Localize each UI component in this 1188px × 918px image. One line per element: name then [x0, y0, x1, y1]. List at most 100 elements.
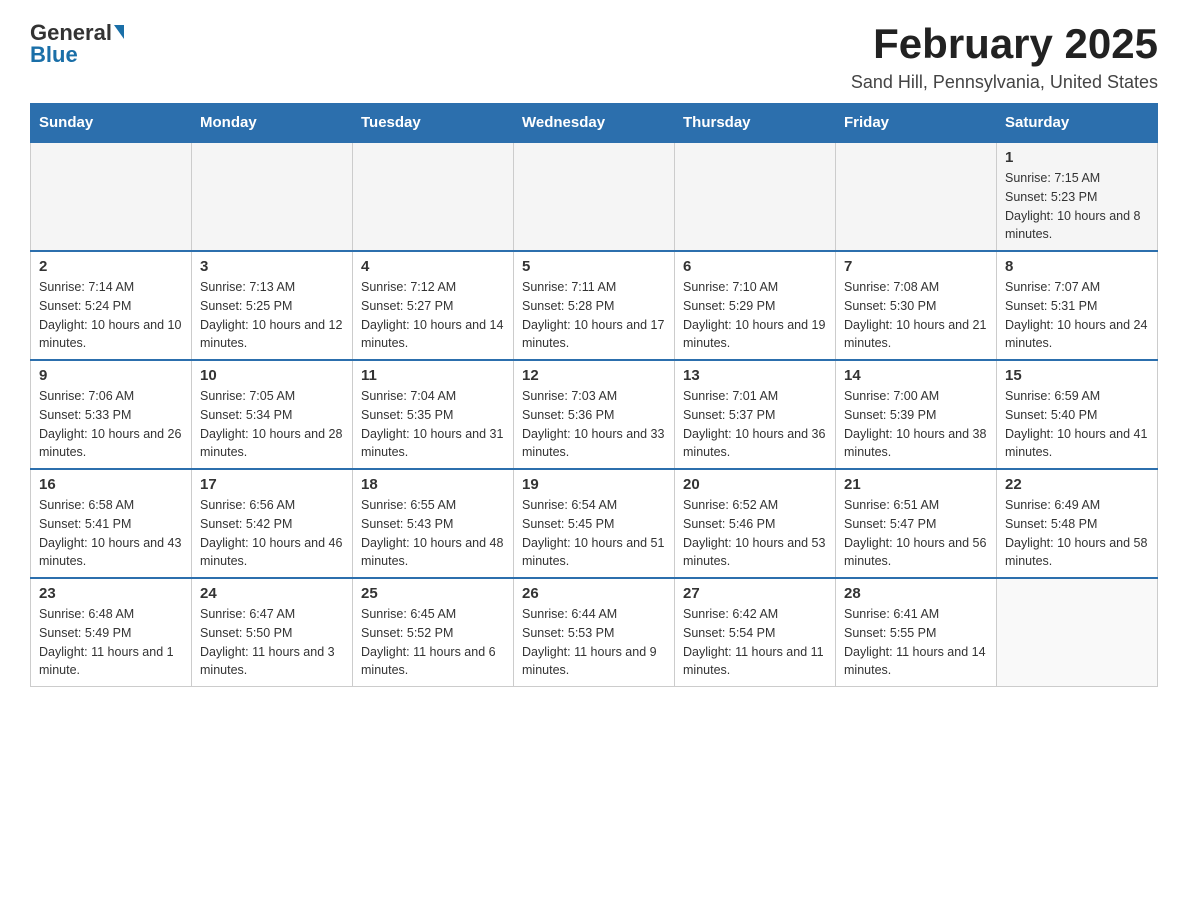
- calendar-day-cell: [31, 142, 192, 251]
- calendar-day-cell: 14Sunrise: 7:00 AM Sunset: 5:39 PM Dayli…: [836, 360, 997, 469]
- day-number: 22: [1005, 476, 1149, 493]
- day-number: 3: [200, 258, 344, 275]
- day-number: 10: [200, 367, 344, 384]
- day-number: 27: [683, 585, 827, 602]
- day-number: 5: [522, 258, 666, 275]
- calendar-day-cell: [353, 142, 514, 251]
- logo-arrow-icon: [114, 25, 124, 39]
- day-info: Sunrise: 6:49 AM Sunset: 5:48 PM Dayligh…: [1005, 496, 1149, 571]
- calendar-day-cell: 7 Sunrise: 7:08 AM Sunset: 5:30 PM Daylig…: [836, 251, 997, 360]
- day-number: 18: [361, 476, 505, 493]
- calendar-day-header: Wednesday: [514, 104, 675, 143]
- calendar-day-cell: 10 Sunrise: 7:05 AM Sunset: 5:34 PM Dayli…: [192, 360, 353, 469]
- day-number: 17: [200, 476, 344, 493]
- calendar-day-cell: 9 Sunrise: 7:06 AM Sunset: 5:33 PM Daylig…: [31, 360, 192, 469]
- day-info: Sunrise: 6:47 AM Sunset: 5:50 PM Dayligh…: [200, 605, 344, 680]
- calendar-day-cell: 17 Sunrise: 6:56 AM Sunset: 5:42 PM Dayli…: [192, 469, 353, 578]
- day-info: Sunrise: 6:55 AM Sunset: 5:43 PM Dayligh…: [361, 496, 505, 571]
- day-info: Sunrise: 6:56 AM Sunset: 5:42 PM Dayligh…: [200, 496, 344, 571]
- day-info: Sunrise: 7:04 AM Sunset: 5:35 PM Dayligh…: [361, 387, 505, 462]
- calendar-day-header: Sunday: [31, 104, 192, 143]
- day-info: Sunrise: 7:11 AM Sunset: 5:28 PM Dayligh…: [522, 278, 666, 353]
- logo-blue-text: Blue: [30, 42, 78, 68]
- day-number: 28: [844, 585, 988, 602]
- day-number: 8: [1005, 258, 1149, 275]
- day-info: Sunrise: 7:06 AM Sunset: 5:33 PM Dayligh…: [39, 387, 183, 462]
- day-number: 9: [39, 367, 183, 384]
- calendar-week-row: 1 Sunrise: 7:15 AM Sunset: 5:23 PM Daylig…: [31, 142, 1158, 251]
- calendar-day-cell: 19Sunrise: 6:54 AM Sunset: 5:45 PM Dayli…: [514, 469, 675, 578]
- calendar-day-cell: 8 Sunrise: 7:07 AM Sunset: 5:31 PM Daylig…: [997, 251, 1158, 360]
- day-number: 16: [39, 476, 183, 493]
- day-number: 12: [522, 367, 666, 384]
- day-info: Sunrise: 7:15 AM Sunset: 5:23 PM Dayligh…: [1005, 169, 1149, 244]
- page-header: General Blue February 2025 Sand Hill, Pe…: [30, 20, 1158, 93]
- calendar-day-cell: 12 Sunrise: 7:03 AM Sunset: 5:36 PM Dayli…: [514, 360, 675, 469]
- logo: General Blue: [30, 20, 124, 68]
- day-number: 21: [844, 476, 988, 493]
- day-info: Sunrise: 6:59 AM Sunset: 5:40 PM Dayligh…: [1005, 387, 1149, 462]
- day-info: Sunrise: 7:05 AM Sunset: 5:34 PM Dayligh…: [200, 387, 344, 462]
- day-number: 25: [361, 585, 505, 602]
- calendar-header-row: SundayMondayTuesdayWednesdayThursdayFrid…: [31, 104, 1158, 143]
- calendar-table: SundayMondayTuesdayWednesdayThursdayFrid…: [30, 103, 1158, 687]
- calendar-day-cell: 2 Sunrise: 7:14 AM Sunset: 5:24 PM Daylig…: [31, 251, 192, 360]
- calendar-day-cell: 25 Sunrise: 6:45 AM Sunset: 5:52 PM Dayli…: [353, 578, 514, 687]
- day-number: 20: [683, 476, 827, 493]
- calendar-day-cell: [192, 142, 353, 251]
- calendar-day-cell: 24 Sunrise: 6:47 AM Sunset: 5:50 PM Dayli…: [192, 578, 353, 687]
- calendar-day-cell: 16 Sunrise: 6:58 AM Sunset: 5:41 PM Dayli…: [31, 469, 192, 578]
- calendar-day-cell: 3Sunrise: 7:13 AM Sunset: 5:25 PM Daylig…: [192, 251, 353, 360]
- month-title: February 2025: [851, 20, 1158, 68]
- day-number: 4: [361, 258, 505, 275]
- day-info: Sunrise: 7:12 AM Sunset: 5:27 PM Dayligh…: [361, 278, 505, 353]
- calendar-day-header: Friday: [836, 104, 997, 143]
- calendar-day-cell: 18 Sunrise: 6:55 AM Sunset: 5:43 PM Dayli…: [353, 469, 514, 578]
- calendar-day-cell: 15 Sunrise: 6:59 AM Sunset: 5:40 PM Dayli…: [997, 360, 1158, 469]
- day-number: 1: [1005, 149, 1149, 166]
- day-info: Sunrise: 7:00 AM Sunset: 5:39 PM Dayligh…: [844, 387, 988, 462]
- day-info: Sunrise: 6:51 AM Sunset: 5:47 PM Dayligh…: [844, 496, 988, 571]
- calendar-day-cell: 28 Sunrise: 6:41 AM Sunset: 5:55 PM Dayli…: [836, 578, 997, 687]
- calendar-week-row: 2 Sunrise: 7:14 AM Sunset: 5:24 PM Daylig…: [31, 251, 1158, 360]
- day-number: 23: [39, 585, 183, 602]
- calendar-day-cell: 13 Sunrise: 7:01 AM Sunset: 5:37 PM Dayli…: [675, 360, 836, 469]
- day-info: Sunrise: 6:58 AM Sunset: 5:41 PM Dayligh…: [39, 496, 183, 571]
- day-number: 7: [844, 258, 988, 275]
- day-number: 15: [1005, 367, 1149, 384]
- calendar-day-cell: 4 Sunrise: 7:12 AM Sunset: 5:27 PM Daylig…: [353, 251, 514, 360]
- day-number: 2: [39, 258, 183, 275]
- day-number: 6: [683, 258, 827, 275]
- day-number: 26: [522, 585, 666, 602]
- day-info: Sunrise: 6:41 AM Sunset: 5:55 PM Dayligh…: [844, 605, 988, 680]
- day-info: Sunrise: 6:48 AM Sunset: 5:49 PM Dayligh…: [39, 605, 183, 680]
- day-info: Sunrise: 7:08 AM Sunset: 5:30 PM Dayligh…: [844, 278, 988, 353]
- calendar-day-cell: 1 Sunrise: 7:15 AM Sunset: 5:23 PM Daylig…: [997, 142, 1158, 251]
- day-info: Sunrise: 6:54 AM Sunset: 5:45 PM Dayligh…: [522, 496, 666, 571]
- calendar-day-cell: 26 Sunrise: 6:44 AM Sunset: 5:53 PM Dayli…: [514, 578, 675, 687]
- calendar-day-cell: [997, 578, 1158, 687]
- day-info: Sunrise: 6:44 AM Sunset: 5:53 PM Dayligh…: [522, 605, 666, 680]
- day-number: 24: [200, 585, 344, 602]
- calendar-day-header: Monday: [192, 104, 353, 143]
- calendar-day-cell: 5 Sunrise: 7:11 AM Sunset: 5:28 PM Daylig…: [514, 251, 675, 360]
- calendar-week-row: 23 Sunrise: 6:48 AM Sunset: 5:49 PM Dayli…: [31, 578, 1158, 687]
- day-number: 13: [683, 367, 827, 384]
- calendar-day-cell: 6Sunrise: 7:10 AM Sunset: 5:29 PM Daylig…: [675, 251, 836, 360]
- calendar-day-cell: [675, 142, 836, 251]
- calendar-day-cell: 20 Sunrise: 6:52 AM Sunset: 5:46 PM Dayli…: [675, 469, 836, 578]
- calendar-week-row: 16 Sunrise: 6:58 AM Sunset: 5:41 PM Dayli…: [31, 469, 1158, 578]
- calendar-day-cell: 11Sunrise: 7:04 AM Sunset: 5:35 PM Dayli…: [353, 360, 514, 469]
- calendar-day-cell: 22 Sunrise: 6:49 AM Sunset: 5:48 PM Dayli…: [997, 469, 1158, 578]
- day-info: Sunrise: 7:14 AM Sunset: 5:24 PM Dayligh…: [39, 278, 183, 353]
- day-info: Sunrise: 6:45 AM Sunset: 5:52 PM Dayligh…: [361, 605, 505, 680]
- calendar-day-cell: [836, 142, 997, 251]
- calendar-week-row: 9 Sunrise: 7:06 AM Sunset: 5:33 PM Daylig…: [31, 360, 1158, 469]
- calendar-day-header: Saturday: [997, 104, 1158, 143]
- day-info: Sunrise: 7:07 AM Sunset: 5:31 PM Dayligh…: [1005, 278, 1149, 353]
- calendar-day-cell: 21 Sunrise: 6:51 AM Sunset: 5:47 PM Dayli…: [836, 469, 997, 578]
- calendar-day-header: Tuesday: [353, 104, 514, 143]
- day-info: Sunrise: 6:52 AM Sunset: 5:46 PM Dayligh…: [683, 496, 827, 571]
- day-info: Sunrise: 7:01 AM Sunset: 5:37 PM Dayligh…: [683, 387, 827, 462]
- day-info: Sunrise: 7:03 AM Sunset: 5:36 PM Dayligh…: [522, 387, 666, 462]
